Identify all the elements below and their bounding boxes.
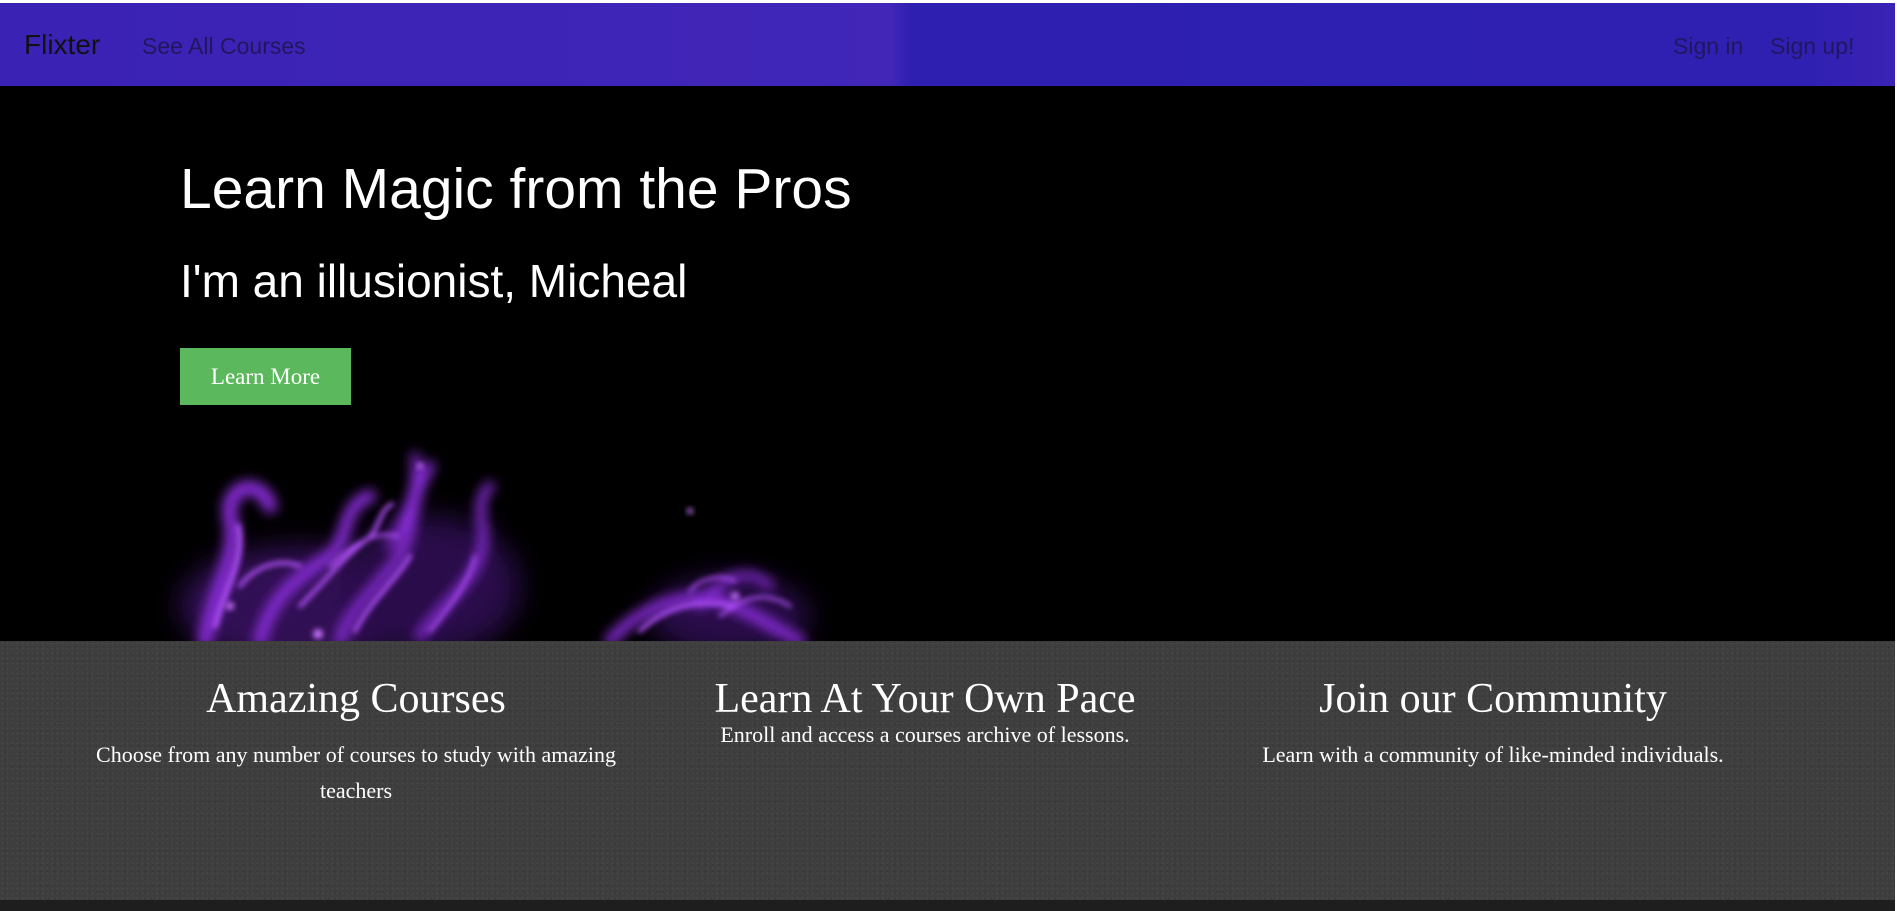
hero-title: Learn Magic from the Pros — [180, 157, 852, 221]
feature-title: Amazing Courses — [206, 676, 506, 722]
sign-in-link[interactable]: Sign in — [1673, 31, 1743, 61]
sign-up-link[interactable]: Sign up! — [1770, 31, 1854, 61]
learn-more-button[interactable]: Learn More — [180, 348, 351, 405]
feature-community: Join our Community Learn with a communit… — [1250, 675, 1736, 773]
page: Flixter See All Courses Sign in Sign up! — [0, 0, 1897, 911]
features-section: Amazing Courses Choose from any number o… — [0, 641, 1897, 900]
feature-amazing-courses: Amazing Courses Choose from any number o… — [90, 675, 622, 809]
brand-logo-link[interactable]: Flixter — [24, 27, 100, 63]
feature-title: Learn At Your Own Pace — [714, 676, 1136, 722]
hero-banner: Learn Magic from the Pros I'm an illusio… — [0, 86, 1897, 641]
see-all-courses-link[interactable]: See All Courses — [142, 31, 306, 61]
feature-title: Join our Community — [1319, 676, 1667, 722]
hero-subtitle: I'm an illusionist, Micheal — [180, 255, 688, 307]
footer-strip — [0, 900, 1897, 911]
feature-description: Enroll and access a courses archive of l… — [720, 722, 1130, 747]
feature-own-pace: Learn At Your Own Pace Enroll and access… — [665, 675, 1185, 753]
feature-description: Learn with a community of like-minded in… — [1262, 742, 1724, 767]
feature-description: Choose from any number of courses to stu… — [96, 742, 616, 803]
navbar: Flixter See All Courses Sign in Sign up! — [0, 0, 1897, 86]
